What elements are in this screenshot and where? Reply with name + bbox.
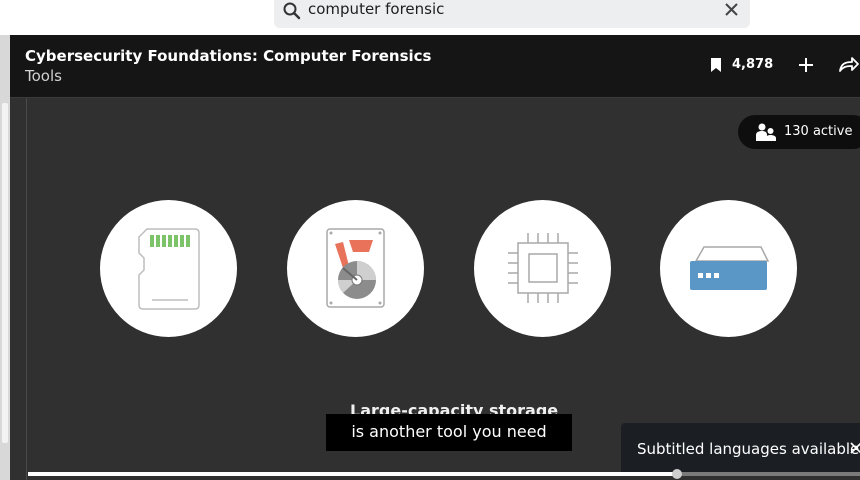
divider	[26, 98, 27, 480]
cpu-chip-circle	[474, 200, 611, 337]
scrollbar[interactable]	[2, 103, 8, 443]
add-icon[interactable]	[794, 53, 818, 77]
bookmark-icon[interactable]	[710, 57, 722, 73]
progress-fill	[28, 472, 677, 476]
people-icon	[756, 123, 776, 141]
subtitle-languages-toast[interactable]: Subtitled languages available	[621, 423, 860, 475]
sd-card-icon	[138, 228, 200, 310]
subtitle-box: is another tool you need	[326, 414, 572, 451]
bookmark-count: 4,878	[732, 57, 774, 72]
hard-drive-icon	[326, 228, 385, 308]
course-title[interactable]: Cybersecurity Foundations: Computer Fore…	[25, 47, 432, 65]
player-header: Cybersecurity Foundations: Computer Fore…	[10, 35, 860, 98]
search-icon	[283, 2, 301, 20]
page: computer forensic Cybersecurity Foundati…	[0, 0, 860, 480]
progress-handle[interactable]	[671, 469, 682, 479]
progress-bar[interactable]	[28, 469, 860, 479]
toast-message: Subtitled languages available	[637, 440, 860, 458]
network-storage-icon	[690, 246, 770, 290]
chapter-title: Tools	[25, 67, 62, 85]
sd-card-circle	[100, 200, 237, 337]
video-player[interactable]: Cybersecurity Foundations: Computer Fore…	[10, 35, 860, 480]
network-storage-circle	[660, 200, 797, 337]
active-viewers-label: 130 active	[784, 124, 853, 139]
subtitle-text: is another tool you need	[351, 422, 547, 441]
cpu-chip-icon	[508, 233, 578, 303]
active-viewers-badge[interactable]: 130 active	[738, 115, 860, 149]
left-page-edge	[0, 35, 10, 480]
search-bar[interactable]: computer forensic	[274, 0, 750, 28]
top-bar: computer forensic	[0, 0, 860, 35]
close-icon[interactable]	[722, 0, 742, 21]
hard-drive-circle	[287, 200, 424, 337]
search-input[interactable]: computer forensic	[308, 0, 444, 18]
share-icon[interactable]	[836, 53, 860, 77]
close-icon[interactable]	[849, 439, 860, 457]
